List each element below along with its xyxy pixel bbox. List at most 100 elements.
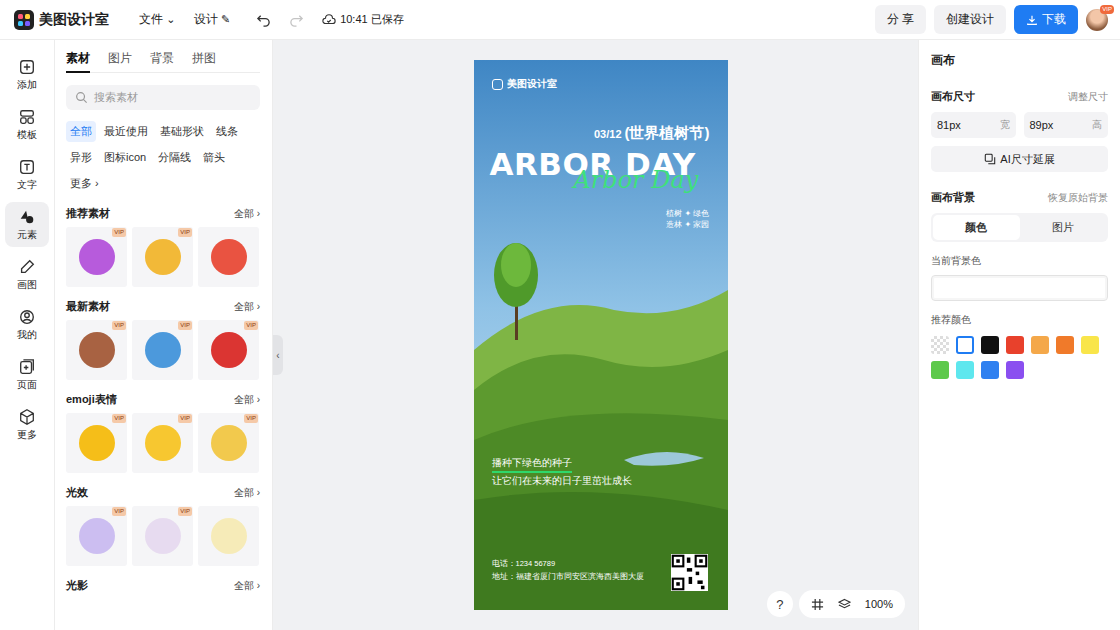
section-title: 最新素材 xyxy=(66,299,110,314)
download-button[interactable]: 下载 xyxy=(1014,5,1078,34)
vip-badge: VIP xyxy=(244,321,258,330)
color-swatch[interactable] xyxy=(931,336,949,354)
undo-icon[interactable] xyxy=(256,12,271,27)
color-swatch[interactable] xyxy=(1031,336,1049,354)
segment[interactable]: 颜色 xyxy=(933,215,1020,240)
grid-icon[interactable] xyxy=(811,598,824,611)
vip-badge: VIP xyxy=(1100,5,1114,14)
material-section: 推荐素材 全部 › VIP VIP xyxy=(66,206,260,287)
tool-icon xyxy=(18,208,36,226)
qr-code xyxy=(671,554,708,591)
material-thumb[interactable]: VIP xyxy=(66,413,127,473)
filter-chips: 全部最近使用基础形状线条异形图标icon分隔线箭头更多 › xyxy=(66,121,260,194)
panel-tab[interactable]: 背景 xyxy=(150,50,174,67)
material-section: emoji表情 全部 › VIP VIP VIP xyxy=(66,392,260,473)
header-button[interactable]: 创建设计 xyxy=(934,5,1006,34)
menu-item[interactable]: 设计 ✎ xyxy=(194,11,231,28)
panel-tab[interactable]: 拼图 xyxy=(192,50,216,67)
segment[interactable]: 图片 xyxy=(1020,215,1107,240)
width-field[interactable]: 81px宽 xyxy=(931,112,1016,138)
help-button[interactable]: ? xyxy=(767,591,793,617)
vip-badge: VIP xyxy=(112,414,126,423)
current-color-field[interactable] xyxy=(931,275,1108,301)
material-thumb[interactable] xyxy=(198,227,259,287)
material-thumb[interactable]: VIP xyxy=(66,227,127,287)
rail-item[interactable]: 文字 xyxy=(5,152,49,197)
panel-tab[interactable]: 素材 xyxy=(66,50,90,67)
section-title: 光影 xyxy=(66,578,88,593)
poster[interactable]: 美图设计室 03/12(世界植树节) ARBOR DAY Arbor Day 植… xyxy=(474,60,728,610)
material-thumb[interactable]: VIP xyxy=(132,413,193,473)
filter-chip[interactable]: 更多 › xyxy=(66,173,103,194)
section-title: 推荐素材 xyxy=(66,206,110,221)
color-swatch[interactable] xyxy=(1056,336,1074,354)
material-thumb[interactable]: VIP xyxy=(198,413,259,473)
filter-chip[interactable]: 图标icon xyxy=(100,147,150,168)
see-all-link[interactable]: 全部 › xyxy=(234,486,260,500)
see-all-link[interactable]: 全部 › xyxy=(234,300,260,314)
filter-chip[interactable]: 箭头 xyxy=(199,147,229,168)
color-swatch[interactable] xyxy=(931,361,949,379)
poster-date: 03/12(世界植树节) xyxy=(594,124,710,143)
ai-extend-button[interactable]: AI尺寸延展 xyxy=(931,146,1108,172)
filter-chip[interactable]: 线条 xyxy=(212,121,242,142)
zoom-level[interactable]: 100% xyxy=(865,598,893,610)
material-thumb[interactable] xyxy=(198,506,259,566)
resize-link[interactable]: 调整尺寸 xyxy=(1068,90,1108,104)
vip-badge: VIP xyxy=(112,228,126,237)
section-title: 光效 xyxy=(66,485,88,500)
rail-item[interactable]: 更多 xyxy=(5,402,49,447)
color-swatch[interactable] xyxy=(956,336,974,354)
material-thumb[interactable]: VIP xyxy=(132,320,193,380)
rail-item[interactable]: 我的 xyxy=(5,302,49,347)
material-thumb[interactable]: VIP xyxy=(132,506,193,566)
search-icon xyxy=(75,91,88,104)
brand[interactable]: 美图设计室 xyxy=(14,10,109,30)
search-field[interactable]: 搜索素材 xyxy=(66,85,260,110)
properties-panel: 画布 画布尺寸 调整尺寸 81px宽 89px高 AI尺寸延展 画布背景 恢复原… xyxy=(918,40,1120,630)
filter-chip[interactable]: 异形 xyxy=(66,147,96,168)
rail-item[interactable]: 添加 xyxy=(5,52,49,97)
color-swatch[interactable] xyxy=(981,336,999,354)
color-swatch[interactable] xyxy=(981,361,999,379)
restore-link[interactable]: 恢复原始背景 xyxy=(1048,191,1108,205)
segmented-control: 颜色图片 xyxy=(931,213,1108,242)
material-thumb[interactable]: VIP xyxy=(66,320,127,380)
redo-icon[interactable] xyxy=(289,12,304,27)
vip-badge: VIP xyxy=(178,507,192,516)
tool-icon xyxy=(18,258,36,276)
color-swatch[interactable] xyxy=(1006,336,1024,354)
filter-chip[interactable]: 全部 xyxy=(66,121,96,142)
collapse-handle[interactable]: ‹ xyxy=(273,335,283,375)
color-swatch[interactable] xyxy=(1081,336,1099,354)
color-swatch[interactable] xyxy=(1006,361,1024,379)
filter-chip[interactable]: 最近使用 xyxy=(100,121,152,142)
avatar[interactable]: VIP xyxy=(1086,9,1108,31)
see-all-link[interactable]: 全部 › xyxy=(234,393,260,407)
header-button[interactable]: 分 享 xyxy=(875,5,926,34)
see-all-link[interactable]: 全部 › xyxy=(234,579,260,593)
see-all-link[interactable]: 全部 › xyxy=(234,207,260,221)
height-field[interactable]: 89px高 xyxy=(1024,112,1109,138)
rail-item[interactable]: 画图 xyxy=(5,252,49,297)
menu-bar: 文件 ⌄ 设计 ✎ xyxy=(139,11,230,28)
filter-chip[interactable]: 基础形状 xyxy=(156,121,208,142)
material-thumb[interactable]: VIP xyxy=(198,320,259,380)
color-swatch[interactable] xyxy=(956,361,974,379)
rail-item[interactable]: 元素 xyxy=(5,202,49,247)
rail-item[interactable]: 模板 xyxy=(5,102,49,147)
tool-icon xyxy=(18,108,36,126)
poster-script: Arbor Day xyxy=(574,166,699,194)
filter-chip[interactable]: 分隔线 xyxy=(154,147,195,168)
panel-tab[interactable]: 图片 xyxy=(108,50,132,67)
tool-rail: 添加 模板 文字 元素 画图 我的 页面 更多 xyxy=(0,40,55,630)
menu-item[interactable]: 文件 ⌄ xyxy=(139,11,176,28)
rail-item[interactable]: 页面 xyxy=(5,352,49,397)
material-section: 最新素材 全部 › VIP VIP VIP xyxy=(66,299,260,380)
panel-tabs: 素材 图片 背景 拼图 xyxy=(66,50,260,73)
layers-icon[interactable] xyxy=(838,598,851,611)
poster-brand: 美图设计室 xyxy=(492,77,557,91)
tool-icon xyxy=(18,158,36,176)
material-thumb[interactable]: VIP xyxy=(132,227,193,287)
material-thumb[interactable]: VIP xyxy=(66,506,127,566)
